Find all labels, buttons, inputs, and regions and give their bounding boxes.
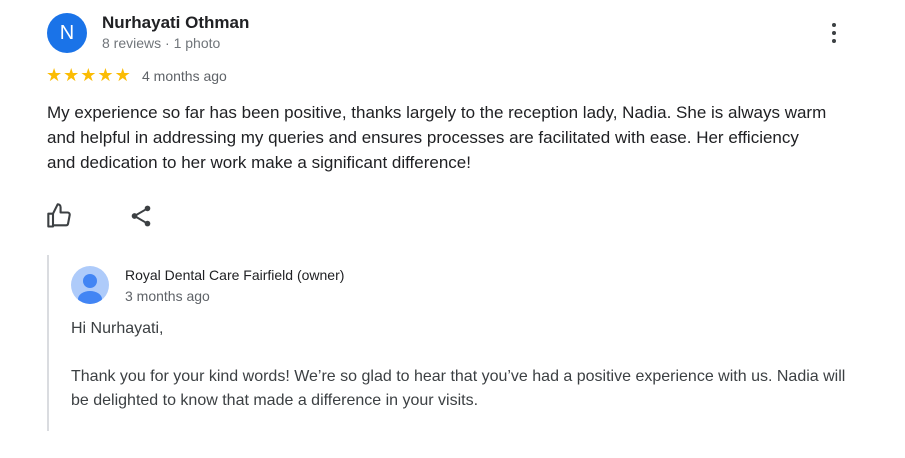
owner-name: Royal Dental Care Fairfield (owner) [125,267,345,283]
like-button[interactable] [46,202,74,230]
more-options-button[interactable] [822,20,846,46]
review-text: My experience so far has been positive, … [47,103,827,172]
more-vert-icon [832,23,836,27]
reviewer-avatar[interactable]: N [47,13,87,53]
review-date: 4 months ago [142,68,227,84]
reviewer-meta: 8 reviews · 1 photo [102,35,221,51]
owner-reply: Royal Dental Care Fairfield (owner) 3 mo… [47,255,849,431]
owner-reply-greeting: Hi Nurhayati, [71,320,164,337]
star-icon: ★ [97,65,114,85]
person-icon [78,274,102,304]
thumb-up-icon [47,203,71,228]
star-icon: ★ [63,65,80,85]
owner-avatar [71,266,109,304]
share-icon [131,205,151,227]
share-button[interactable] [128,202,154,230]
star-icon: ★ [114,65,131,85]
star-icon: ★ [80,65,97,85]
owner-reply-body: Thank you for your kind words! We’re so … [71,368,846,409]
owner-reply-date: 3 months ago [125,288,210,304]
star-rating: ★ ★ ★ ★ ★ [46,65,131,85]
star-icon: ★ [46,65,63,85]
reviewer-name[interactable]: Nurhayati Othman [102,13,249,33]
